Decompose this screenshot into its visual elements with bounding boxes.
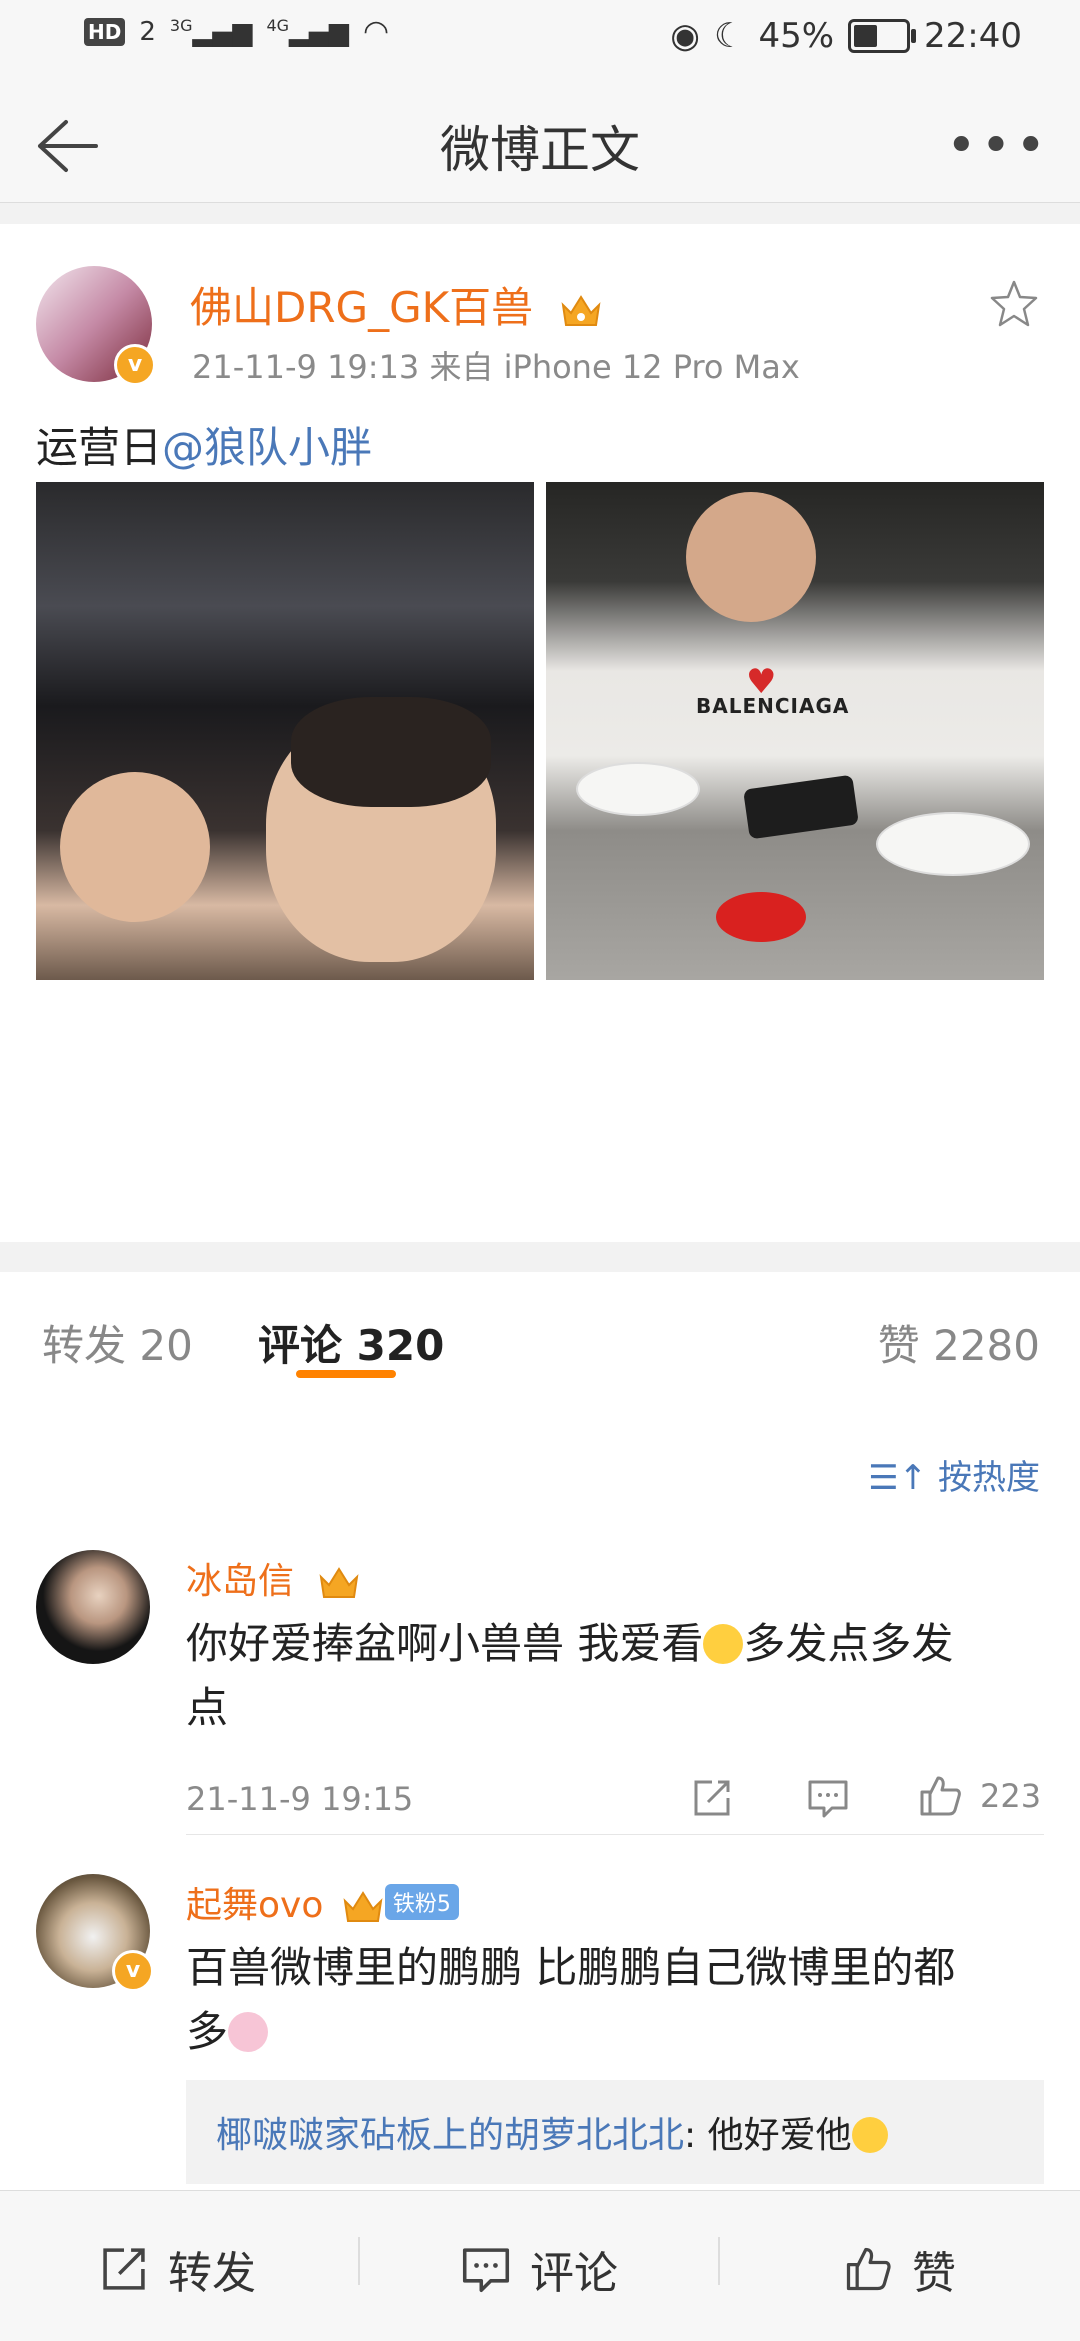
person-face-1: [60, 772, 210, 922]
mention-link[interactable]: @狼队小胖: [162, 423, 372, 472]
eye-icon: ◉: [670, 16, 700, 56]
tab-like[interactable]: 赞 2280: [878, 1312, 1040, 1373]
repost-comment-icon[interactable]: [690, 1776, 734, 1820]
like-button[interactable]: 赞: [842, 2237, 956, 2301]
post-text: 运营日@狼队小胖: [36, 414, 372, 475]
fan-level-badge: 铁粉5: [384, 1884, 459, 1920]
comment-text: 百兽微博里的鹏鹏 比鹏鹏自己微博里的都 多: [186, 1936, 1026, 2064]
commenter-name-text[interactable]: 冰岛信: [186, 1561, 294, 1602]
reply-comment-icon[interactable]: [806, 1776, 850, 1820]
comment-text-part-2: 多发点多发: [743, 1619, 954, 1668]
crying-emoji-icon: [851, 2117, 888, 2153]
sort-icon: ☰↑: [868, 1458, 928, 1498]
post-text-body: 运营日: [36, 423, 163, 472]
repost-label[interactable]: 转发: [168, 2237, 256, 2301]
wifi-icon: ◠: [363, 14, 390, 49]
vip-crown-icon: [320, 1567, 359, 1598]
phone-on-table: [743, 774, 859, 840]
battery-fill: [854, 25, 877, 47]
comment-list: ☰↑ 按热度 冰岛信 你好爱捧盆啊小兽兽 我爱看 多发点多发 点 21-11-9 …: [0, 1402, 1080, 2192]
repost-button[interactable]: 转发: [98, 2237, 256, 2301]
shirt-text: BALENCIAGA: [696, 694, 850, 718]
sort-by-hot-button[interactable]: ☰↑ 按热度: [868, 1450, 1040, 1499]
post-photo-1[interactable]: [36, 482, 534, 980]
vip-crown-icon: [343, 1891, 383, 1922]
sort-label[interactable]: 按热度: [938, 1458, 1040, 1498]
status-right: ◉ ☾ 45% 22:40: [670, 16, 1022, 56]
commenter-avatar[interactable]: [36, 1550, 150, 1664]
comment-text-part-1: 百兽微博里的鹏鹏 比鹏鹏自己微博里的都: [186, 1943, 956, 1992]
post-meta: 21-11-9 19:13 来自 iPhone 12 Pro Max: [192, 348, 800, 386]
kiss-emoji-icon: [703, 1624, 744, 1664]
sim-indicator: 2: [139, 16, 156, 47]
clock: 22:40: [924, 16, 1022, 56]
thumbs-up-icon: [920, 1776, 961, 1816]
commenter-name[interactable]: 起舞ovo 铁粉5: [186, 1876, 459, 1928]
reply-author-link[interactable]: 椰啵啵家砧板上的胡萝北北北: [216, 2115, 684, 2156]
battery-percent: 45%: [758, 16, 835, 56]
comment-time: 21-11-9 19:15: [186, 1780, 414, 1818]
post-card: v 佛山DRG_GK百兽 21-11-9 19:13 来自 iPhone 12 …: [0, 224, 1080, 1418]
battery-icon: [848, 19, 917, 53]
post-photo-2[interactable]: ♥ BALENCIAGA: [546, 482, 1044, 980]
comment-like-count: 223: [980, 1777, 1042, 1815]
hd-indicator: HD: [84, 17, 126, 46]
section-separator: [0, 1242, 1080, 1272]
reply-text-body: : 他好爱他: [684, 2115, 852, 2156]
verified-badge-icon: v: [112, 1950, 154, 1992]
status-bar: HD 2 3G▂▄▆ 4G▂▄▆ ◠ ◉ ☾ 45% 22:40: [0, 0, 1080, 80]
author-name-text[interactable]: 佛山DRG_GK百兽: [190, 283, 533, 332]
vip-crown-icon: [561, 294, 600, 326]
comment-text-part-1: 你好爱捧盆啊小兽兽 我爱看: [186, 1619, 704, 1668]
thumbs-up-icon: [846, 2247, 891, 2291]
signal-3g-icon: 3G▂▄▆: [169, 15, 253, 48]
plate-2: [876, 812, 1030, 876]
plate-1: [576, 762, 700, 816]
nav-bar: 微博正文 •••: [0, 80, 1080, 203]
active-tab-indicator: [296, 1370, 396, 1378]
bunny-emoji-icon: [228, 2012, 269, 2052]
more-options-icon[interactable]: •••: [946, 116, 1050, 176]
like-label[interactable]: 赞: [912, 2237, 956, 2301]
comment-text: 你好爱捧盆啊小兽兽 我爱看 多发点多发 点: [186, 1612, 1026, 1740]
commenter-name[interactable]: 冰岛信: [186, 1552, 361, 1604]
favorite-star-icon[interactable]: [988, 278, 1040, 330]
commenter-name-text[interactable]: 起舞ovo: [186, 1885, 323, 1926]
status-left: HD 2 3G▂▄▆ 4G▂▄▆ ◠: [84, 14, 389, 49]
page-title: 微博正文: [440, 121, 640, 179]
comment-text-part-2: 多: [186, 2007, 229, 2056]
comment-button[interactable]: 评论: [460, 2237, 618, 2301]
commenter-avatar[interactable]: v: [36, 1874, 154, 1992]
person-face: [686, 492, 816, 622]
author-name[interactable]: 佛山DRG_GK百兽: [190, 274, 603, 335]
comment-icon: [462, 2248, 510, 2293]
reply-preview[interactable]: 椰啵啵家砧板上的胡萝北北北: 他好爱他: [186, 2080, 1044, 2184]
comment-like-button[interactable]: 223: [916, 1772, 1041, 1820]
comment-label[interactable]: 评论: [530, 2237, 618, 2301]
person-hair: [291, 697, 491, 807]
bottom-divider: [358, 2237, 360, 2285]
bottom-action-bar: 转发 评论 赞: [0, 2190, 1080, 2341]
signal-4g-icon: 4G▂▄▆: [266, 15, 350, 48]
tab-comment[interactable]: 评论 320: [258, 1312, 444, 1373]
comment-text-part-3: 点: [186, 1683, 229, 1732]
author-avatar[interactable]: v: [36, 266, 156, 386]
tab-repost[interactable]: 转发 20: [42, 1312, 193, 1373]
verified-badge-icon: v: [114, 344, 156, 386]
comment-divider: [186, 1834, 1044, 1835]
bottom-divider: [718, 2237, 720, 2285]
reply-text: 椰啵啵家砧板上的胡萝北北北: 他好爱他: [216, 2106, 888, 2158]
red-object: [716, 892, 806, 942]
repost-icon: [103, 2248, 145, 2290]
interaction-tabs: 转发 20 评论 320 赞 2280: [0, 1272, 1080, 1403]
moon-icon: ☾: [713, 16, 745, 56]
